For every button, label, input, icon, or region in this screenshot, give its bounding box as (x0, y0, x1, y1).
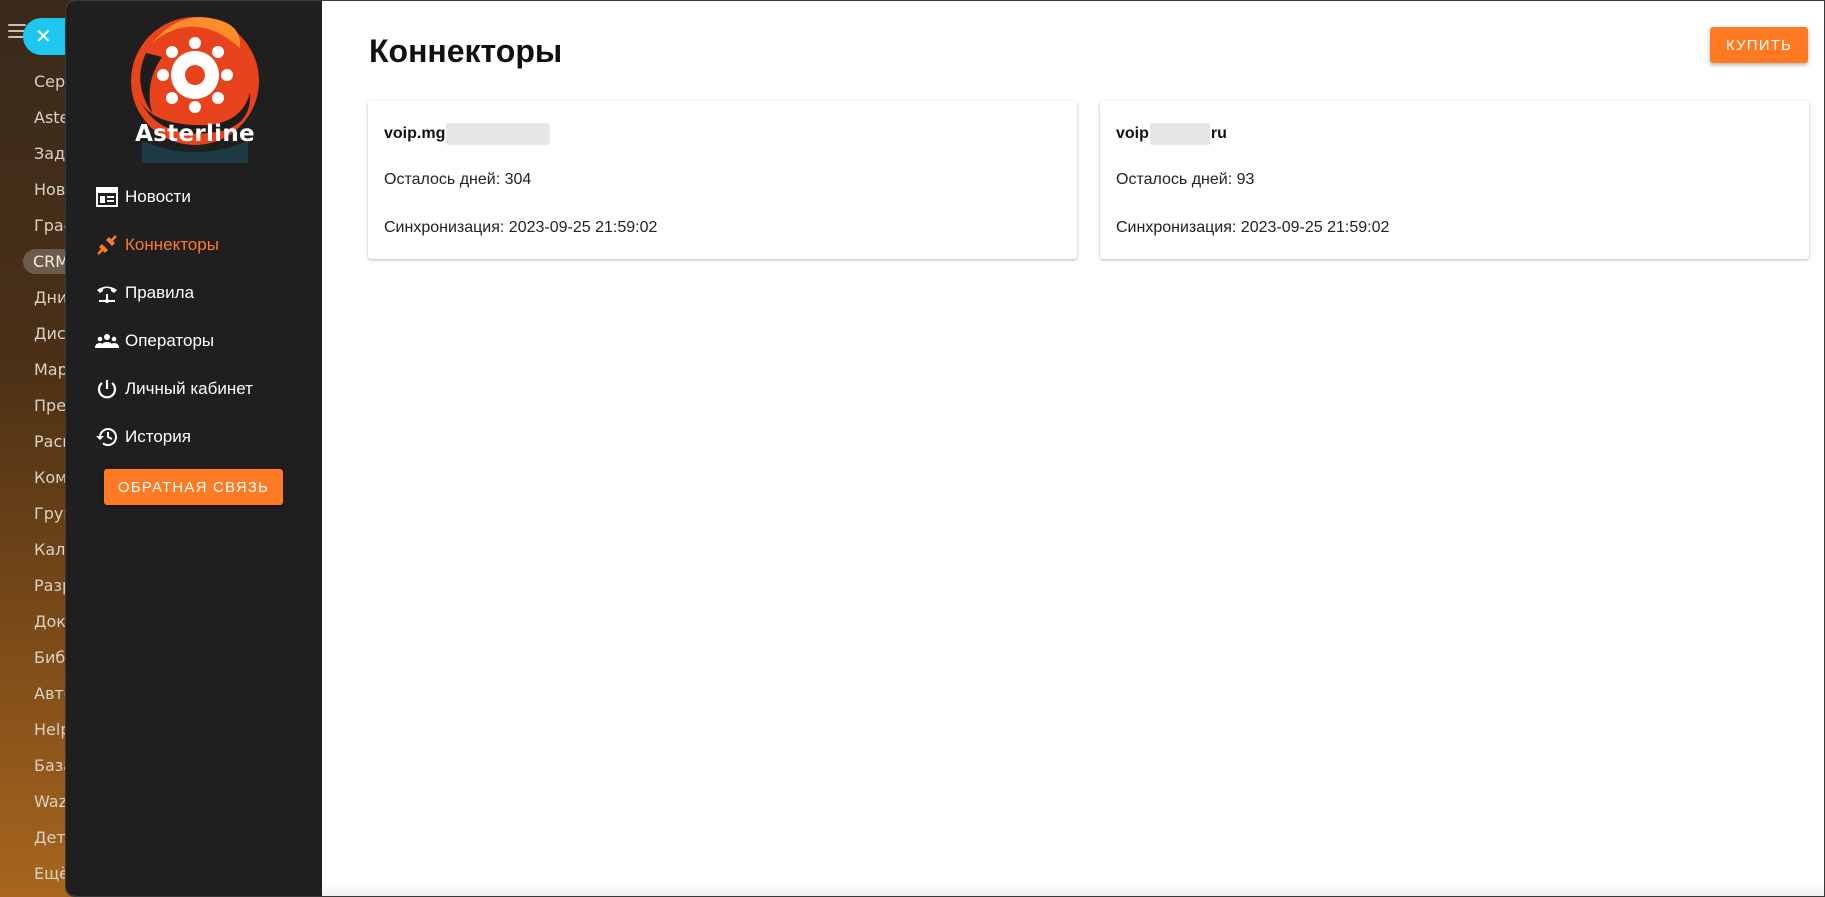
sync-time: Синхронизация: 2023-09-25 21:59:02 (1116, 219, 1390, 236)
power-icon (95, 377, 119, 401)
feedback-button[interactable]: Обратная связь (104, 469, 283, 505)
redacted-text (1149, 123, 1210, 145)
connector-name: voip ru (1116, 123, 1227, 145)
days-left: Осталось дней: 93 (1116, 171, 1255, 188)
sidebar-item-label: Новости (125, 187, 191, 206)
background-menu-item[interactable]: Дни (34, 288, 67, 307)
plug-icon (95, 233, 119, 257)
connector-name-start: voip (1116, 125, 1149, 142)
background-menu-item[interactable]: Мар (34, 360, 68, 379)
phone-ip-icon: IP (95, 281, 119, 305)
connector-name: voip.mg (384, 123, 551, 145)
sidebar-item-label: Правила (125, 283, 195, 302)
history-icon (95, 425, 119, 449)
background-menu-item[interactable]: Waz (34, 792, 67, 811)
sidebar-item-account[interactable]: Личный кабинет (95, 365, 253, 413)
sidebar-item-history[interactable]: История (95, 413, 253, 461)
connector-card[interactable]: voip ru Осталось дней: 93 Синхронизация:… (1100, 101, 1809, 259)
connector-card[interactable]: voip.mg Осталось дней: 304 Синхронизация… (368, 101, 1077, 259)
connector-name-end: ru (1210, 125, 1227, 142)
sidebar-nav: Новости Коннекторы IP Правила Операторы (95, 173, 253, 461)
sidebar: Asterline Новости Коннекторы IP Правила (66, 1, 322, 896)
background-menu-item[interactable]: Ком (34, 468, 67, 487)
sync-time: Синхронизация: 2023-09-25 21:59:02 (384, 219, 658, 236)
news-icon (95, 185, 119, 209)
sidebar-item-rules[interactable]: IP Правила (95, 269, 253, 317)
app-window: Asterline Новости Коннекторы IP Правила (65, 0, 1825, 897)
connector-name-start: voip.mg (384, 125, 446, 142)
sidebar-item-label: Личный кабинет (125, 379, 253, 398)
sidebar-item-label: Коннекторы (125, 235, 219, 254)
sidebar-item-news[interactable]: Новости (95, 173, 253, 221)
bottom-shadow (322, 882, 1824, 896)
background-menu-item[interactable]: Ещё (34, 864, 69, 883)
main-content: Коннекторы Купить voip.mg Осталось дней:… (322, 1, 1824, 896)
logo-text: Asterline (135, 121, 255, 147)
users-icon (95, 329, 119, 353)
sidebar-item-label: История (125, 427, 191, 446)
page-title: Коннекторы (369, 33, 563, 69)
close-icon: ✕ (35, 26, 52, 48)
sidebar-item-label: Операторы (125, 331, 215, 350)
redacted-text (446, 123, 551, 145)
buy-button[interactable]: Купить (1710, 27, 1808, 63)
days-left: Осталось дней: 304 (384, 171, 532, 188)
sidebar-item-connectors[interactable]: Коннекторы (95, 221, 253, 269)
sidebar-item-operators[interactable]: Операторы (95, 317, 253, 365)
